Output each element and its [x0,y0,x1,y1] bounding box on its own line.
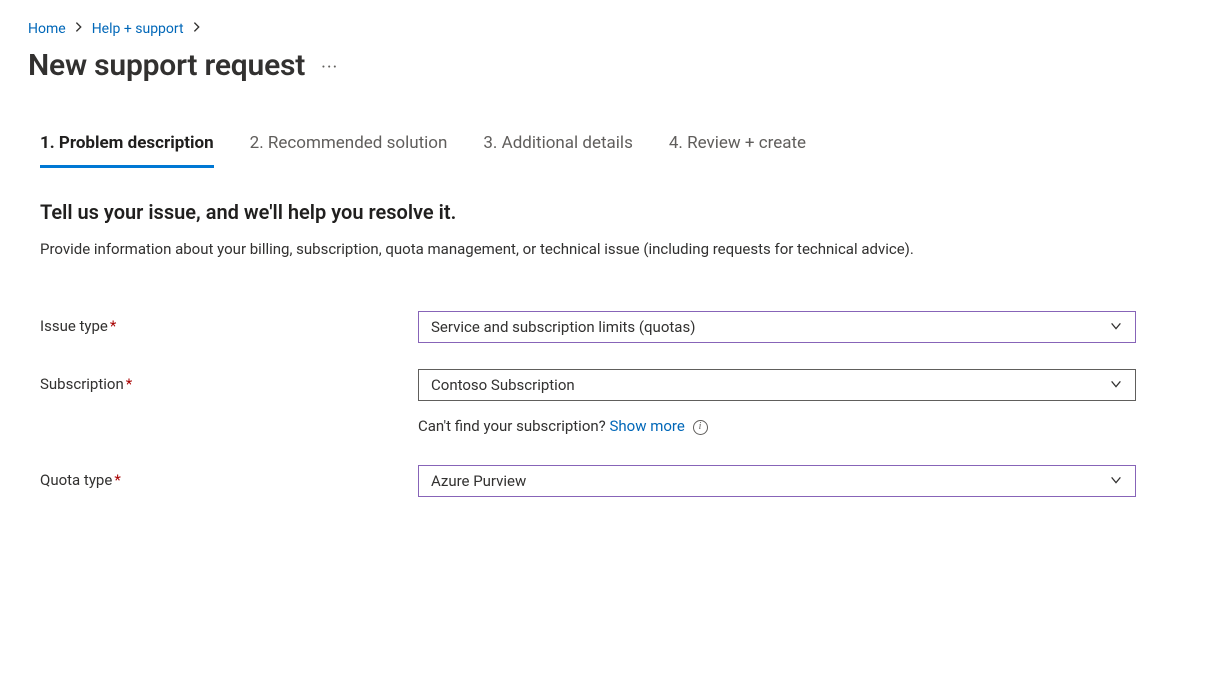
subscription-select[interactable]: Contoso Subscription [418,369,1136,401]
tab-recommended-solution[interactable]: 2. Recommended solution [250,133,448,168]
quota-type-value: Azure Purview [431,472,526,490]
tab-problem-description[interactable]: 1. Problem description [40,133,214,168]
breadcrumb-help-support[interactable]: Help + support [92,21,184,37]
subscription-helper: Can't find your subscription? Show more … [418,417,1136,435]
breadcrumb: Home Help + support [28,20,1192,38]
tab-review-create[interactable]: 4. Review + create [669,133,806,168]
chevron-down-icon [1109,377,1123,394]
required-indicator: * [126,375,132,393]
required-indicator: * [114,471,120,489]
issue-type-value: Service and subscription limits (quotas) [431,318,695,336]
page-title: New support request [28,48,305,83]
breadcrumb-home[interactable]: Home [28,21,66,37]
chevron-down-icon [1109,319,1123,336]
more-icon[interactable]: ··· [321,57,338,78]
required-indicator: * [110,317,116,335]
chevron-right-icon [72,20,86,38]
show-more-link[interactable]: Show more [609,417,684,435]
quota-type-select[interactable]: Azure Purview [418,465,1136,497]
issue-type-label: Issue type* [40,311,418,335]
chevron-right-icon [190,20,204,38]
quota-type-label: Quota type* [40,465,418,489]
chevron-down-icon [1109,473,1123,490]
page-title-row: New support request ··· [28,48,1192,83]
info-icon[interactable]: i [693,420,708,435]
section-subtext: Provide information about your billing, … [40,238,1140,261]
form-row-subscription: Subscription* Contoso Subscription Can't… [40,369,1192,435]
section-heading: Tell us your issue, and we'll help you r… [40,200,1192,224]
form-row-issue-type: Issue type* Service and subscription lim… [40,311,1192,343]
helper-static-text: Can't find your subscription? [418,417,609,435]
subscription-value: Contoso Subscription [431,376,575,394]
form-row-quota-type: Quota type* Azure Purview [40,465,1192,497]
tabs: 1. Problem description 2. Recommended so… [40,133,1192,168]
subscription-label: Subscription* [40,369,418,393]
tab-additional-details[interactable]: 3. Additional details [483,133,632,168]
issue-type-select[interactable]: Service and subscription limits (quotas) [418,311,1136,343]
